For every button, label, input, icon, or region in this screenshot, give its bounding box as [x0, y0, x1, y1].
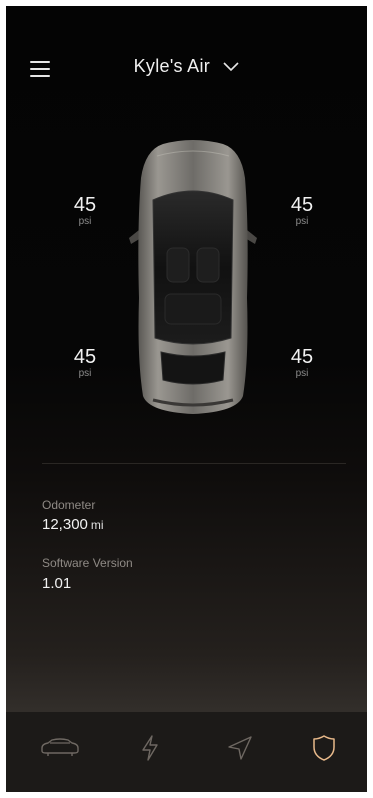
tab-security[interactable]: [304, 728, 344, 768]
tire-pressure-unit: psi: [295, 368, 309, 379]
tire-pressure-value: 45: [73, 346, 97, 368]
chevron-down-icon: [223, 62, 239, 72]
car-top-view-image: [127, 138, 259, 416]
divider: [42, 463, 346, 464]
car-icon: [41, 738, 79, 756]
tire-pressure-unit: psi: [78, 368, 92, 379]
tire-pressure-unit: psi: [78, 216, 92, 227]
vehicle-selector[interactable]: Kyle's Air: [0, 56, 373, 77]
tire-pressure-rear-right: 45 psi: [272, 346, 332, 380]
odometer-unit: mi: [90, 518, 104, 532]
tire-pressure-rear-left: 45 psi: [55, 346, 115, 380]
tire-pressure-unit: psi: [295, 216, 309, 227]
tire-pressure-value: 45: [73, 194, 97, 216]
odometer-value: 12,300 mi: [42, 516, 104, 533]
app-screen: Kyle's Air 45 psi 45 psi 45 psi 45 psi O…: [0, 0, 373, 798]
shield-icon: [313, 735, 335, 761]
tab-navigation[interactable]: [220, 728, 260, 768]
bottom-tab-bar: [6, 712, 367, 792]
navigation-icon: [228, 736, 252, 760]
software-version-value: 1.01: [42, 575, 72, 592]
software-version-label: Software Version: [42, 556, 133, 570]
tab-vehicle[interactable]: [40, 728, 80, 768]
tab-charging[interactable]: [130, 728, 170, 768]
tire-pressure-value: 45: [290, 194, 314, 216]
odometer-label: Odometer: [42, 498, 96, 512]
odometer-number: 12,300: [42, 516, 88, 533]
tire-pressure-front-left: 45 psi: [55, 194, 115, 228]
top-bar: Kyle's Air: [0, 52, 373, 88]
tire-pressure-front-right: 45 psi: [272, 194, 332, 228]
vehicle-name: Kyle's Air: [133, 56, 211, 76]
tire-pressure-value: 45: [290, 346, 314, 368]
lightning-icon: [142, 735, 158, 761]
